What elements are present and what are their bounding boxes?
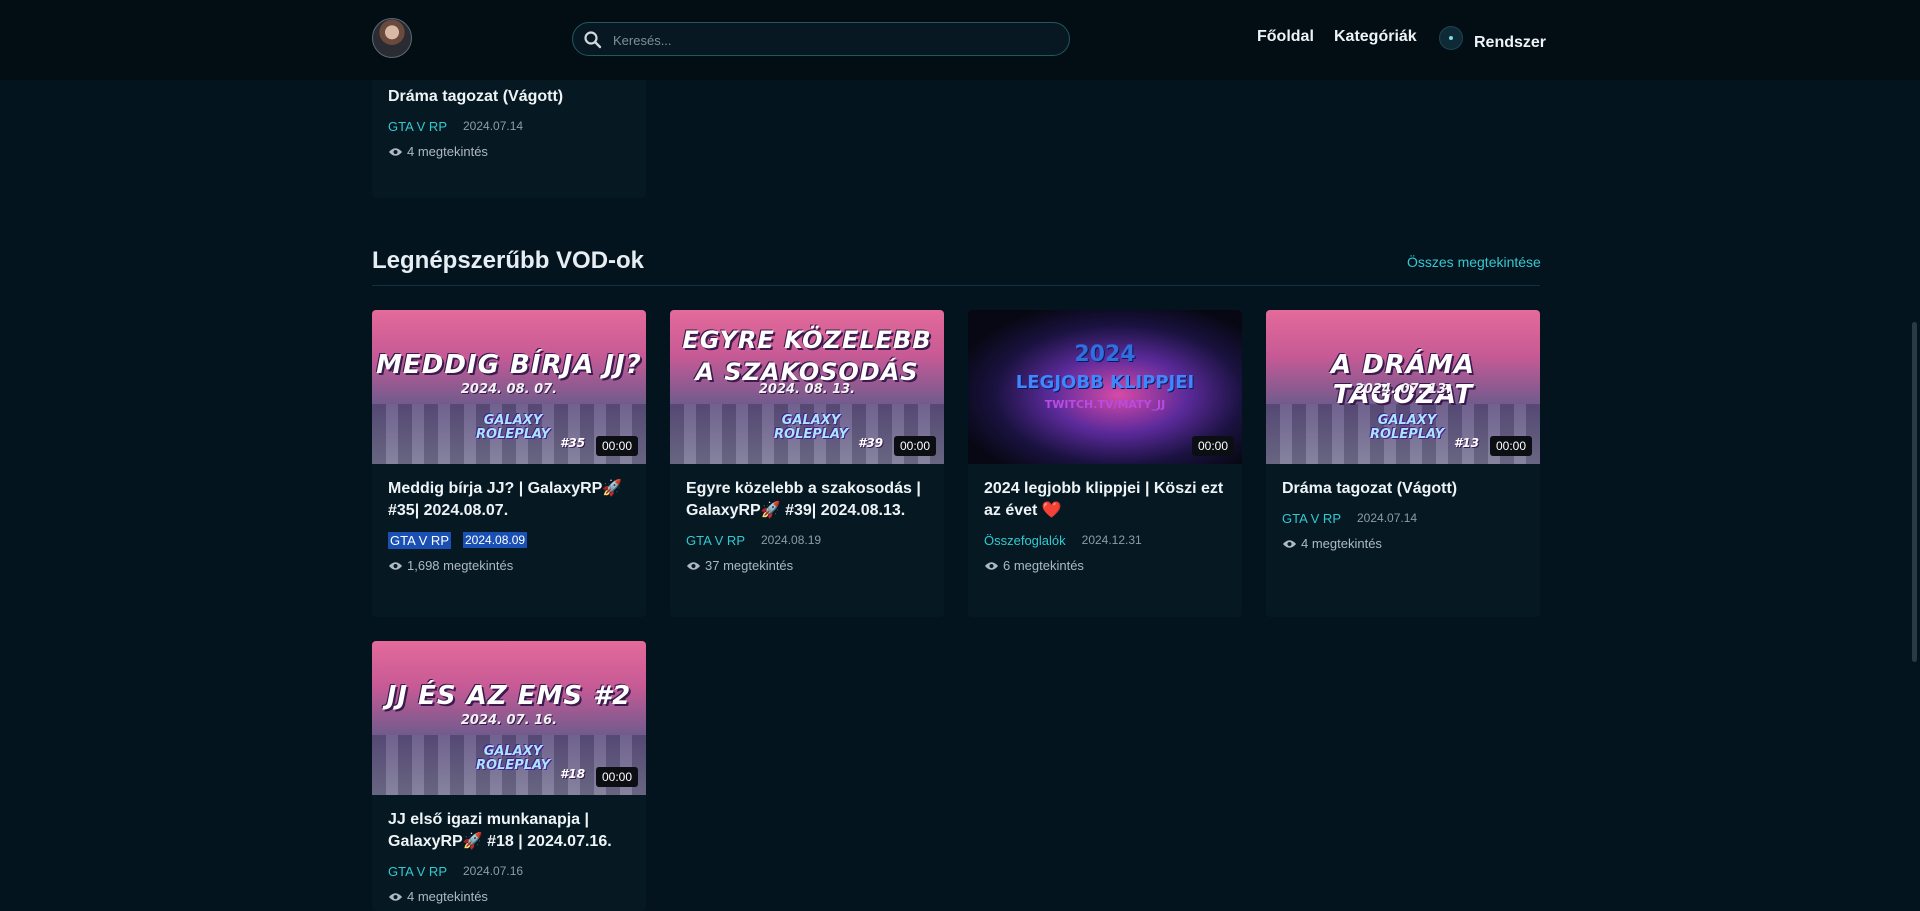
see-all-link[interactable]: Összes megtekintése <box>1407 254 1541 270</box>
video-category-link[interactable]: GTA V RP <box>388 119 447 134</box>
video-thumbnail[interactable]: MEDDIG BÍRJA JJ? 2024. 08. 07. GALAXY RO… <box>372 310 646 464</box>
video-date: 2024.08.19 <box>761 533 822 547</box>
video-thumbnail[interactable]: 2024 LEGJOBB KLIPPJEI TWITCH.TV/MATY_JJ … <box>968 310 1242 464</box>
video-thumbnail[interactable]: A DRÁMA TAGOZAT 2024. 07. 13. GALAXY ROL… <box>1266 310 1540 464</box>
video-thumbnail[interactable]: JJ ÉS AZ EMS #2 2024. 07. 16. GALAXY ROL… <box>372 641 646 795</box>
video-views: 4 megtekintés <box>388 144 630 159</box>
video-card[interactable]: A DRÁMA TAGOZAT 2024. 07. 13. GALAXY ROL… <box>1266 310 1540 617</box>
video-card[interactable]: EGYRE KÖZELEBB A SZAKOSODÁS 2024. 08. 13… <box>670 310 944 617</box>
thumbnail-date: 2024. 08. 13. <box>758 382 856 397</box>
video-views: 37 megtekintés <box>686 558 928 573</box>
thumbnail-title: LEGJOBB KLIPPJEI <box>1015 372 1195 393</box>
section-divider <box>372 285 1540 286</box>
video-card[interactable]: JJ ÉS AZ EMS #2 2024. 07. 16. GALAXY ROL… <box>372 641 646 911</box>
video-category-link[interactable]: GTA V RP <box>1282 511 1341 526</box>
video-title[interactable]: Dráma tagozat (Vágott) <box>1282 478 1524 500</box>
video-card[interactable]: Dráma tagozat (Vágott) GTA V RP 2024.07.… <box>372 60 646 198</box>
video-category-link[interactable]: GTA V RP <box>686 533 745 548</box>
thumbnail-episode: #13 <box>1454 436 1480 450</box>
thumbnail-episode: #39 <box>858 436 884 450</box>
top-navbar: Főoldal Kategóriák Rendszer <box>0 0 1920 80</box>
video-views: 6 megtekintés <box>984 558 1226 573</box>
duration-badge: 00:00 <box>1191 436 1234 456</box>
video-title[interactable]: Meddig bírja JJ? | GalaxyRP🚀 #35| 2024.0… <box>388 478 630 522</box>
video-date: 2024.08.09 <box>463 532 528 548</box>
scrollbar-thumb[interactable] <box>1912 322 1917 662</box>
eye-icon <box>388 892 403 901</box>
views-text: 37 megtekintés <box>705 558 794 573</box>
views-text: 1,698 megtekintés <box>407 558 514 573</box>
search-bar[interactable] <box>572 22 1070 57</box>
video-title[interactable]: 2024 legjobb klippjei | Köszi ezt az éve… <box>984 478 1226 522</box>
thumbnail-date: 2024. 08. 07. <box>460 382 558 397</box>
user-avatar[interactable] <box>372 18 412 58</box>
duration-badge: 00:00 <box>595 436 638 456</box>
views-text: 4 megtekintés <box>407 144 488 159</box>
video-thumbnail[interactable]: EGYRE KÖZELEBB A SZAKOSODÁS 2024. 08. 13… <box>670 310 944 464</box>
thumbnail-title: MEDDIG BÍRJA JJ? <box>376 350 642 380</box>
video-title[interactable]: Dráma tagozat (Vágott) <box>388 86 630 108</box>
thumbnail-date: 2024. 07. 13. <box>1354 382 1452 397</box>
thumbnail-title: A DRÁMA TAGOZAT <box>1331 350 1475 410</box>
video-card[interactable]: MEDDIG BÍRJA JJ? 2024. 08. 07. GALAXY RO… <box>372 310 646 617</box>
views-text: 6 megtekintés <box>1003 558 1084 573</box>
system-status-icon[interactable] <box>1439 26 1463 50</box>
eye-icon <box>1282 539 1297 548</box>
video-title[interactable]: Egyre közelebb a szakosodás | GalaxyRP🚀 … <box>686 478 928 522</box>
search-input[interactable] <box>611 23 1055 57</box>
video-category-link[interactable]: GTA V RP <box>388 531 451 549</box>
eye-icon <box>388 561 403 570</box>
eye-icon <box>686 561 701 570</box>
video-date: 2024.07.14 <box>1357 511 1418 525</box>
eye-icon <box>388 147 403 156</box>
section-title: Legnépszerűbb VOD-ok <box>372 247 645 274</box>
thumbnail-year: 2024 <box>1074 342 1136 367</box>
video-views: 4 megtekintés <box>1282 536 1524 551</box>
video-title[interactable]: JJ első igazi munkanapja | GalaxyRP🚀 #18… <box>388 809 630 853</box>
duration-badge: 00:00 <box>595 767 638 787</box>
search-icon <box>584 31 602 49</box>
thumbnail-episode: #18 <box>560 767 586 781</box>
galaxy-roleplay-logo: GALAXY ROLEPLAY <box>475 413 551 442</box>
thumbnail-episode: #35 <box>560 436 586 450</box>
duration-badge: 00:00 <box>893 436 936 456</box>
video-category-link[interactable]: Összefoglalók <box>984 533 1066 548</box>
video-date: 2024.07.16 <box>463 864 524 878</box>
video-views: 4 megtekintés <box>388 889 630 904</box>
thumbnail-date: 2024. 07. 16. <box>460 713 558 728</box>
nav-system-link[interactable]: Rendszer <box>1474 34 1546 52</box>
duration-badge: 00:00 <box>1489 436 1532 456</box>
video-date: 2024.07.14 <box>463 119 524 133</box>
thumbnail-title: JJ ÉS AZ EMS #2 <box>386 681 632 711</box>
nav-categories-link[interactable]: Kategóriák <box>1334 28 1417 46</box>
video-category-link[interactable]: GTA V RP <box>388 864 447 879</box>
video-card[interactable]: 2024 LEGJOBB KLIPPJEI TWITCH.TV/MATY_JJ … <box>968 310 1242 617</box>
views-text: 4 megtekintés <box>1301 536 1382 551</box>
galaxy-roleplay-logo: GALAXY ROLEPLAY <box>1369 413 1445 442</box>
galaxy-roleplay-logo: GALAXY ROLEPLAY <box>475 744 551 773</box>
video-date: 2024.12.31 <box>1081 533 1142 547</box>
thumbnail-title: EGYRE KÖZELEBB A SZAKOSODÁS <box>682 326 932 386</box>
galaxy-roleplay-logo: GALAXY ROLEPLAY <box>773 413 849 442</box>
eye-icon <box>984 561 999 570</box>
thumbnail-channel: TWITCH.TV/MATY_JJ <box>1044 398 1166 411</box>
video-views: 1,698 megtekintés <box>388 558 630 573</box>
views-text: 4 megtekintés <box>407 889 488 904</box>
nav-home-link[interactable]: Főoldal <box>1257 28 1314 46</box>
